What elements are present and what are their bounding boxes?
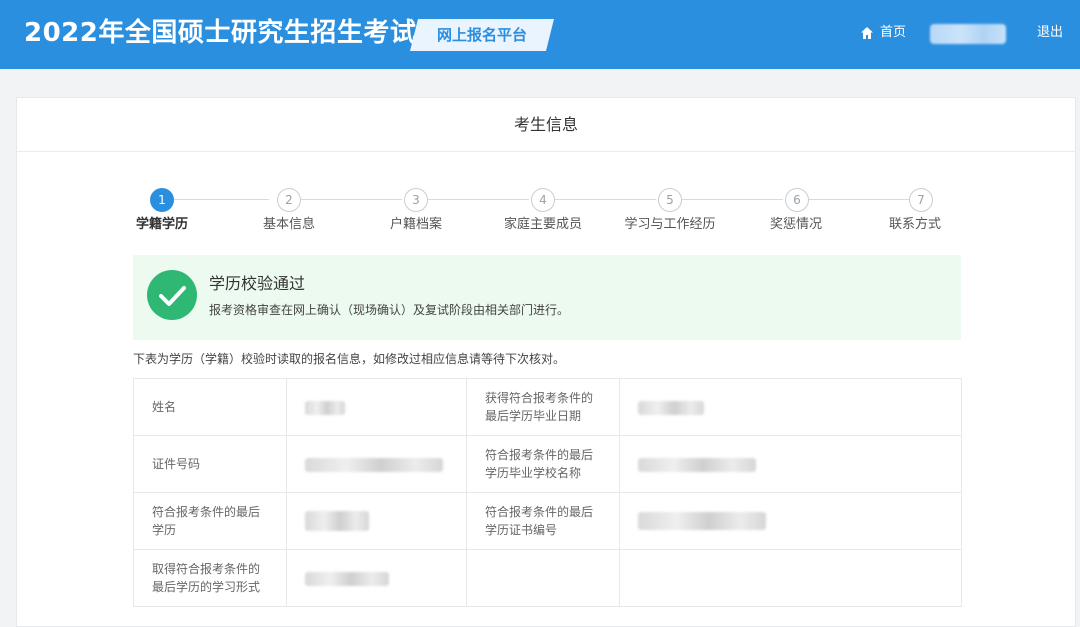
check-circle-icon (147, 270, 197, 320)
id-number-value-redacted (286, 435, 467, 493)
panel-title: 考生信息 (17, 98, 1075, 152)
step-6-label[interactable]: 奖惩情况 (741, 216, 851, 234)
step-2-label[interactable]: 基本信息 (234, 216, 344, 234)
certificate-number-value-redacted (619, 492, 962, 550)
empty-label-cell (466, 549, 620, 607)
step-connector (174, 199, 269, 200)
step-7-circle[interactable]: 7 (909, 188, 933, 212)
registration-info-table: 姓名 获得符合报考条件的最后学历毕业日期 证件号码 符合报考条件的最后学历毕业学… (133, 378, 962, 607)
home-link[interactable]: 首页 (860, 24, 906, 42)
site-title: 2022年全国硕士研究生招生考试 (24, 18, 417, 48)
top-header: 2022年全国硕士研究生招生考试 网上报名平台 首页 退出 (0, 0, 1080, 69)
home-label: 首页 (880, 25, 907, 40)
step-4-circle[interactable]: 4 (531, 188, 555, 212)
name-label: 姓名 (133, 378, 287, 436)
logout-link[interactable]: 退出 (1037, 24, 1063, 42)
step-connector (428, 199, 529, 200)
id-number-label: 证件号码 (133, 435, 287, 493)
home-icon (861, 27, 873, 39)
success-description: 报考资格审查在网上确认（现场确认）及复试阶段由相关部门进行。 (209, 303, 570, 317)
step-7-label[interactable]: 联系方式 (860, 216, 970, 234)
study-mode-label: 取得符合报考条件的最后学历的学习形式 (133, 549, 287, 607)
step-6-circle[interactable]: 6 (785, 188, 809, 212)
certificate-number-label: 符合报考条件的最后学历证书编号 (466, 492, 620, 550)
step-1-circle[interactable]: 1 (150, 188, 174, 212)
step-connector (555, 199, 656, 200)
step-5-circle[interactable]: 5 (658, 188, 682, 212)
name-value-redacted (286, 378, 467, 436)
step-4-label[interactable]: 家庭主要成员 (488, 216, 598, 234)
step-2-circle[interactable]: 2 (277, 188, 301, 212)
table-note: 下表为学历（学籍）校验时读取的报名信息，如修改过相应信息请等待下次核对。 (133, 352, 566, 366)
education-level-value-redacted (286, 492, 467, 550)
step-progress: 1 2 3 4 5 6 7 学籍学历 基本信息 户籍档案 家庭主要成员 学习与工… (17, 188, 1075, 238)
table-row: 证件号码 符合报考条件的最后学历毕业学校名称 (133, 435, 962, 493)
study-mode-value-redacted (286, 549, 467, 607)
step-connector (682, 199, 783, 200)
graduation-date-value-redacted (619, 378, 962, 436)
empty-value-cell (619, 549, 962, 607)
verification-success-box: 学历校验通过 报考资格审查在网上确认（现场确认）及复试阶段由相关部门进行。 (133, 255, 961, 340)
candidate-info-panel: 考生信息 1 2 3 4 5 6 7 学籍学历 基本信息 户籍档案 家庭主要成员… (16, 97, 1076, 627)
education-level-label: 符合报考条件的最后学历 (133, 492, 287, 550)
table-row: 取得符合报考条件的最后学历的学习形式 (133, 549, 962, 607)
step-1-label[interactable]: 学籍学历 (107, 216, 217, 234)
school-name-label: 符合报考条件的最后学历毕业学校名称 (466, 435, 620, 493)
step-connector (809, 199, 909, 200)
platform-label: 网上报名平台 (436, 26, 527, 44)
step-3-label[interactable]: 户籍档案 (361, 216, 471, 234)
user-name-redacted[interactable] (930, 24, 1006, 44)
step-connector (301, 199, 402, 200)
table-row: 符合报考条件的最后学历 符合报考条件的最后学历证书编号 (133, 492, 962, 550)
platform-tag: 网上报名平台 (410, 19, 554, 51)
success-title: 学历校验通过 (209, 274, 306, 293)
school-name-value-redacted (619, 435, 962, 493)
graduation-date-label: 获得符合报考条件的最后学历毕业日期 (466, 378, 620, 436)
step-3-circle[interactable]: 3 (404, 188, 428, 212)
table-row: 姓名 获得符合报考条件的最后学历毕业日期 (133, 378, 962, 436)
step-5-label[interactable]: 学习与工作经历 (615, 216, 725, 234)
